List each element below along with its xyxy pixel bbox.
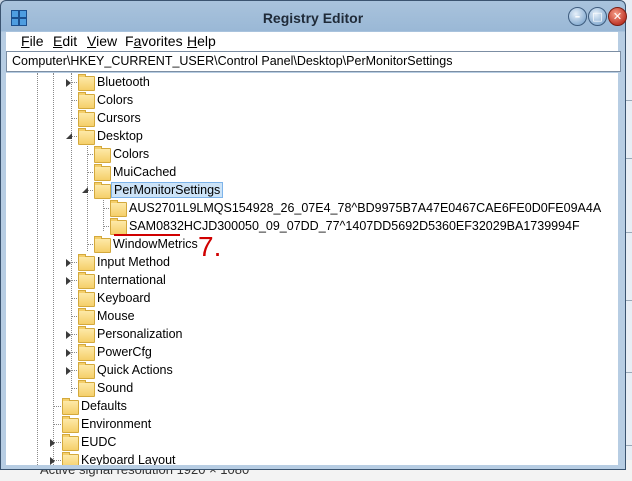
folder-icon [62,416,79,433]
folder-icon [78,254,95,271]
folder-icon [78,326,95,343]
folder-icon [110,218,127,235]
folder-icon [78,272,95,289]
maximize-button[interactable]: □ [588,7,607,26]
close-button[interactable]: ✕ [608,7,627,26]
folder-icon [78,308,95,325]
expand-arrow-icon[interactable] [66,259,71,267]
folder-icon [62,434,79,451]
expand-arrow-icon[interactable] [50,439,55,447]
expand-arrow-icon[interactable] [66,367,71,375]
collapse-arrow-icon[interactable] [82,187,88,193]
minimize-button[interactable]: – [568,7,587,26]
folder-icon [78,362,95,379]
folder-icon [94,146,111,163]
menu-help[interactable]: Help [187,33,216,49]
address-bar[interactable]: Computer\HKEY_CURRENT_USER\Control Panel… [6,51,621,72]
folder-icon [78,110,95,127]
registry-tree: Bluetooth Colors Cursors Desktop Colors … [6,73,618,465]
expand-arrow-icon[interactable] [66,79,71,87]
annotation-step-number: 7. [198,231,222,262]
folder-icon [78,344,95,361]
folder-icon [94,182,111,199]
folder-icon [78,92,95,109]
title-bar[interactable]: Registry Editor – □ ✕ [1,1,627,33]
expand-arrow-icon[interactable] [66,349,71,357]
menu-bar: File Edit View Favorites Help [6,32,618,51]
menu-view[interactable]: View [87,33,117,49]
folder-icon [62,398,79,415]
folder-icon [110,200,127,217]
expand-arrow-icon[interactable] [66,331,71,339]
registry-editor-window: Registry Editor – □ ✕ File Edit View Fav… [0,0,627,470]
annotation-underline [114,234,180,236]
folder-icon [78,128,95,145]
folder-icon [94,164,111,181]
collapse-arrow-icon[interactable] [66,133,72,139]
menu-edit[interactable]: Edit [53,33,77,49]
expand-arrow-icon[interactable] [66,277,71,285]
expand-arrow-icon[interactable] [50,457,55,465]
folder-icon [78,380,95,397]
window-title: Registry Editor [262,10,364,26]
menu-favorites[interactable]: Favorites [125,33,183,49]
folder-icon [78,290,95,307]
menu-file[interactable]: File [21,33,44,49]
folder-icon [62,452,79,465]
folder-icon [94,236,111,253]
folder-icon [78,74,95,91]
